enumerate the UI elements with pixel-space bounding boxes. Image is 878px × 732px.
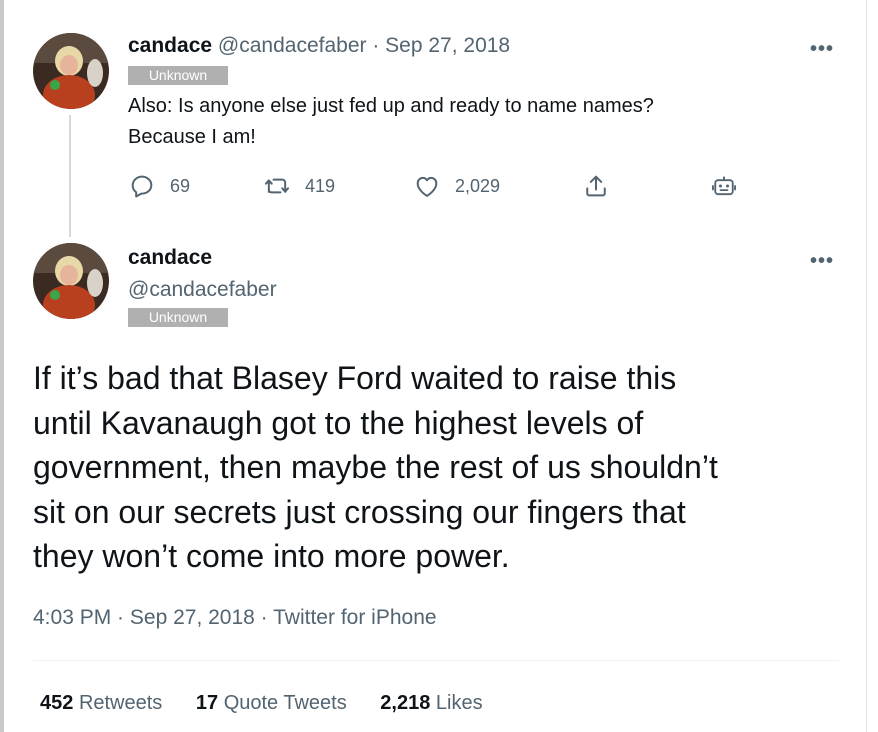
bot-icon: [710, 172, 738, 200]
likes-label: Likes: [435, 692, 483, 714]
retweets-stat[interactable]: 452 Retweets: [40, 692, 162, 714]
quote-tweets-stat[interactable]: 17 Quote Tweets: [196, 692, 347, 714]
more-options-button[interactable]: •••: [810, 250, 834, 273]
tweet-text-line: Also: Is anyone else just fed up and rea…: [128, 95, 654, 117]
tweet-text-line: Because I am!: [128, 126, 256, 148]
engagement-stats: 452 Retweets 17 Quote Tweets 2,218 Likes: [40, 692, 511, 715]
like-count: 2,029: [455, 175, 501, 196]
tweet-text-line: If it’s bad that Blasey Ford waited to r…: [33, 360, 677, 396]
share-button[interactable]: [582, 172, 610, 200]
display-name[interactable]: candace: [128, 34, 212, 57]
handle[interactable]: @candacefaber: [128, 278, 277, 302]
reply-count: 69: [170, 175, 191, 196]
retweet-count: 419: [305, 175, 336, 196]
tweet-header: candace @candacefaber · Sep 27, 2018: [128, 34, 510, 58]
like-button[interactable]: 2,029: [413, 172, 500, 200]
retweets-count: 452: [40, 692, 74, 714]
tweet-date[interactable]: Sep 27, 2018: [130, 606, 255, 629]
likes-stat[interactable]: 2,218 Likes: [380, 692, 482, 714]
quote-tweets-label: Quote Tweets: [223, 692, 347, 714]
retweets-label: Retweets: [78, 692, 163, 714]
more-options-button[interactable]: •••: [810, 38, 834, 61]
tweet-text-line: government, then maybe the rest of us sh…: [33, 449, 718, 485]
more-icon: •••: [810, 250, 835, 272]
tweet-text-line: they won’t come into more power.: [33, 538, 510, 574]
window-left-border: [0, 0, 4, 732]
label-badge: Unknown: [128, 308, 228, 327]
bot-button[interactable]: [710, 172, 738, 200]
meta-separator: ·: [254, 606, 274, 629]
thread-connector: [69, 115, 71, 237]
retweet-icon: [263, 172, 291, 200]
display-name[interactable]: candace: [128, 246, 212, 270]
like-icon: [413, 172, 441, 200]
reply-icon: [128, 172, 156, 200]
tweet-text: If it’s bad that Blasey Ford waited to r…: [33, 356, 833, 579]
tweet-time[interactable]: 4:03 PM: [33, 606, 111, 629]
tweet-text-line: sit on our secrets just crossing our fin…: [33, 493, 686, 530]
tweet-date[interactable]: Sep 27, 2018: [385, 34, 510, 57]
divider: [33, 660, 839, 661]
tweet-text-line: until Kavanaugh got to the highest level…: [33, 404, 644, 441]
avatar[interactable]: [33, 33, 109, 109]
avatar[interactable]: [33, 243, 109, 319]
more-icon: •••: [810, 38, 835, 60]
window-right-border: [866, 0, 867, 732]
quote-tweets-count: 17: [195, 692, 219, 714]
share-icon: [582, 172, 610, 200]
handle[interactable]: @candacefaber: [218, 34, 367, 57]
label-badge: Unknown: [128, 66, 228, 85]
tweet-meta: 4:03 PM · Sep 27, 2018 · Twitter for iPh…: [33, 606, 437, 630]
likes-count: 2,218: [380, 692, 431, 714]
reply-button[interactable]: 69: [128, 172, 190, 200]
retweet-button[interactable]: 419: [263, 172, 335, 200]
header-separator: ·: [366, 34, 386, 57]
tweet-source[interactable]: Twitter for iPhone: [273, 606, 436, 629]
tweet-text: Also: Is anyone else just fed up and rea…: [128, 91, 808, 153]
meta-separator: ·: [111, 606, 130, 629]
